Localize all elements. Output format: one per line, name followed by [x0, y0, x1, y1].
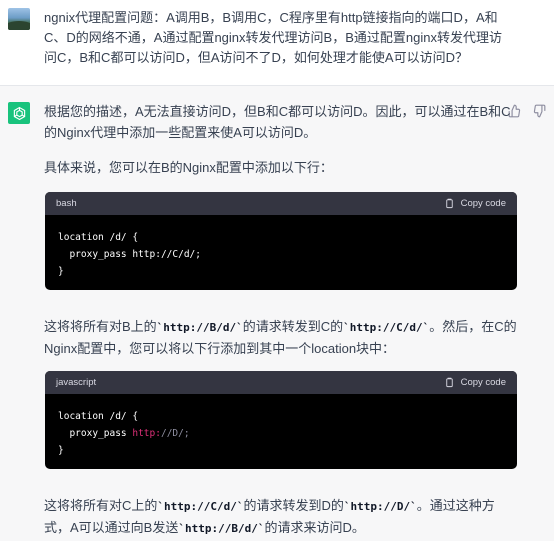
assistant-message: 根据您的描述，A无法直接访问D，但B和C都可以访问D。因此，可以通过在B和C的N…: [0, 86, 554, 541]
code-content: location /d/ { proxy_pass http://C/d/;}: [45, 215, 517, 290]
clipboard-icon: [445, 377, 453, 388]
code-block-bash: bash Copy code location /d/ { proxy_pass…: [45, 192, 517, 290]
text-run: 的请求来访问D。: [264, 520, 365, 535]
code-language-label: bash: [56, 198, 77, 209]
code-comment: //D/;: [160, 428, 190, 439]
inline-code: `http://B/d/`: [178, 522, 265, 535]
code-line: }: [58, 266, 64, 277]
inline-code: `http://C/d/`: [157, 500, 244, 513]
paragraph-instruction: 具体来说，您可以在B的Nginx配置中添加以下行：: [44, 160, 333, 175]
code-content: location /d/ { proxy_pass http://D/;}: [45, 394, 517, 469]
inline-code: `http://C/d/`: [343, 321, 430, 334]
copy-code-button[interactable]: Copy code: [444, 377, 506, 388]
user-avatar-icon: [8, 8, 30, 30]
code-string: http:: [132, 428, 161, 439]
code-block-header: javascript Copy code: [45, 371, 517, 394]
code-line: proxy_pass http://D/;: [58, 425, 504, 442]
code-line: }: [58, 445, 64, 456]
copy-code-label: Copy code: [460, 198, 506, 209]
code-block-header: bash Copy code: [45, 192, 517, 215]
text-run: 的请求转发到C的: [242, 319, 344, 334]
copy-code-label: Copy code: [460, 377, 506, 388]
thumbs-down-icon[interactable]: [532, 104, 546, 118]
text-run: 的请求转发到D的: [243, 498, 344, 513]
openai-logo-icon: [8, 102, 30, 124]
paragraph-intro: 根据您的描述，A无法直接访问D，但B和C都可以访问D。因此，可以通过在B和C的N…: [44, 104, 511, 140]
code-line: proxy_pass http://C/d/;: [58, 246, 504, 263]
inline-code: `http://D/`: [343, 500, 417, 513]
code-block-javascript: javascript Copy code location /d/ { prox…: [45, 371, 517, 469]
inline-code: `http://B/d/`: [156, 321, 243, 334]
code-value: http://C/d/;: [132, 249, 201, 260]
text-run: 这将将所有对C上的: [44, 498, 158, 513]
code-keyword: proxy_pass: [58, 249, 133, 260]
text-run: 这将将所有对B上的: [44, 319, 157, 334]
copy-code-button[interactable]: Copy code: [444, 198, 506, 209]
clipboard-icon: [445, 198, 453, 209]
code-line: location /d/ {: [58, 232, 139, 243]
code-language-label: javascript: [56, 377, 97, 388]
code-keyword: proxy_pass: [58, 428, 133, 439]
user-message: ngnix代理配置问题：A调用B，B调用C，C程序里有http链接指向的端口D，…: [0, 0, 554, 86]
paragraph-explain-b: 这将将所有对B上的`http://B/d/`的请求转发到C的`http://C/…: [44, 316, 518, 359]
paragraph-explain-c: 这将将所有对C上的`http://C/d/`的请求转发到D的`http://D/…: [44, 495, 518, 539]
user-message-text: ngnix代理配置问题：A调用B，B调用C，C程序里有http链接指向的端口D，…: [44, 10, 502, 65]
code-line: location /d/ {: [58, 411, 139, 422]
